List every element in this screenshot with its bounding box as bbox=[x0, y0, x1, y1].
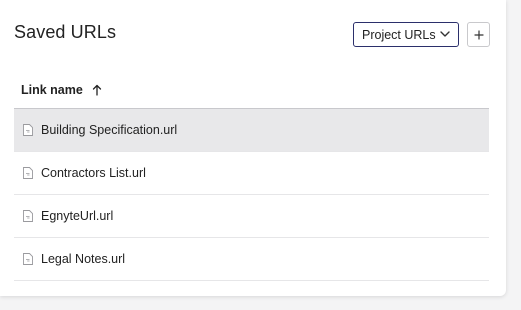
url-file-icon bbox=[23, 210, 33, 222]
row-name: Building Specification.url bbox=[41, 123, 178, 137]
url-file-icon bbox=[23, 253, 33, 265]
url-list: Building Specification.url Contractors L… bbox=[14, 109, 489, 281]
panel-title: Saved URLs bbox=[14, 22, 117, 42]
table-row[interactable]: Contractors List.url bbox=[14, 152, 489, 195]
add-url-button[interactable] bbox=[467, 22, 490, 47]
row-name: Legal Notes.url bbox=[41, 252, 126, 266]
chevron-down-icon bbox=[440, 31, 450, 37]
table-row[interactable]: Building Specification.url bbox=[14, 109, 489, 152]
column-header-label: Link name bbox=[21, 83, 83, 97]
url-file-icon bbox=[23, 167, 33, 179]
arrow-up-icon bbox=[92, 84, 101, 96]
table-row[interactable]: Legal Notes.url bbox=[14, 238, 489, 281]
row-name: EgnyteUrl.url bbox=[41, 209, 114, 223]
table-row[interactable]: EgnyteUrl.url bbox=[14, 195, 489, 238]
url-file-icon bbox=[23, 124, 33, 136]
dropdown-value: Project URLs bbox=[362, 27, 436, 42]
column-header-link-name[interactable]: Link name bbox=[14, 72, 489, 109]
plus-icon bbox=[473, 29, 484, 40]
saved-urls-panel: Saved URLs Project URLs Link name Buildi… bbox=[0, 0, 506, 296]
row-name: Contractors List.url bbox=[41, 166, 146, 180]
url-source-dropdown[interactable]: Project URLs bbox=[353, 22, 459, 47]
